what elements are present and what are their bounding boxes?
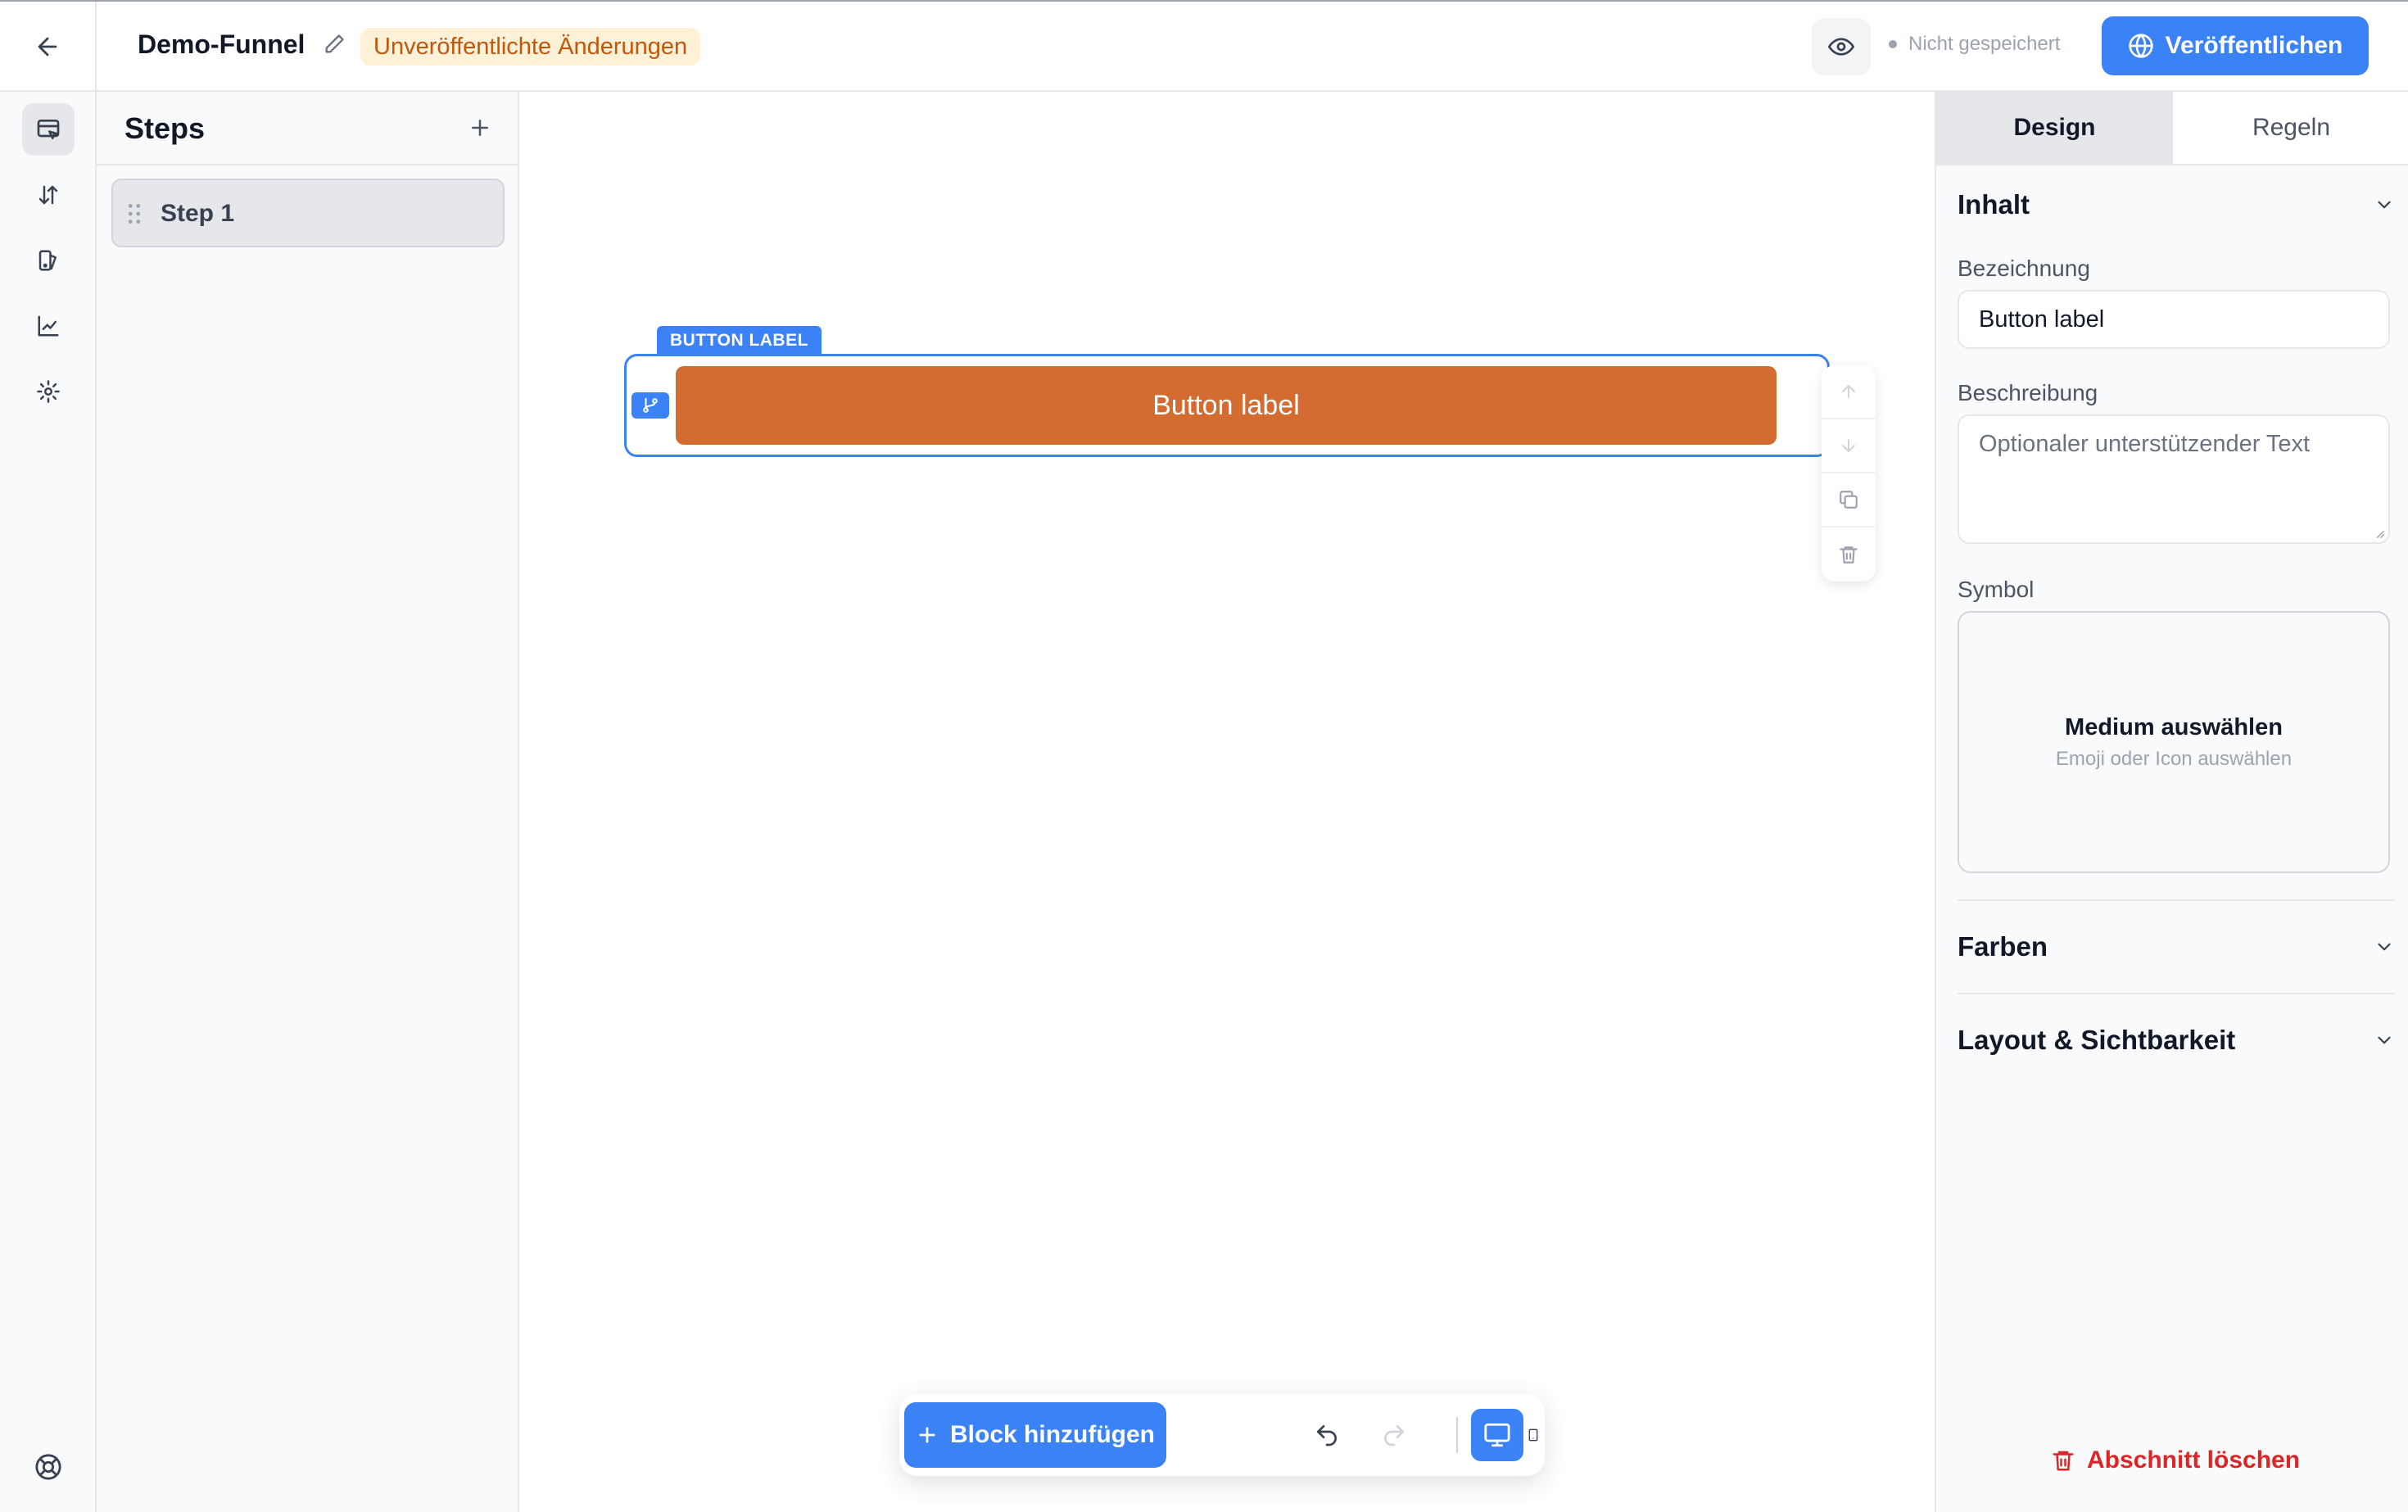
media-picker-title: Medium auswählen — [2065, 713, 2283, 740]
status-dot — [1889, 40, 1897, 48]
help-button[interactable] — [31, 1450, 66, 1484]
delete-section-button[interactable]: Abschnitt löschen — [2051, 1446, 2300, 1474]
analytics-icon — [38, 315, 59, 337]
save-status-text: Nicht gespeichert — [1908, 33, 2061, 55]
content-section-header[interactable]: Inhalt — [1958, 180, 2395, 229]
redo-icon — [1384, 1425, 1404, 1446]
steps-title: Steps — [124, 111, 206, 145]
tab-rules[interactable]: Regeln — [2173, 92, 2408, 164]
divider — [1958, 899, 2395, 901]
cta-button[interactable]: Button label — [676, 366, 1777, 445]
settings-icon — [37, 380, 60, 403]
move-down-button[interactable] — [1822, 419, 1876, 473]
pencil-icon[interactable] — [323, 33, 346, 56]
drag-handle-icon[interactable] — [128, 203, 141, 224]
unpublished-badge: Unveröffentlichte Änderungen — [360, 28, 701, 66]
delete-block-button[interactable] — [1822, 527, 1876, 582]
block-actions — [1822, 365, 1876, 582]
media-picker-subtitle: Emoji oder Icon auswählen — [2055, 747, 2293, 770]
save-status: Nicht gespeichert — [1889, 33, 2060, 56]
editor-nav-button[interactable] — [22, 103, 75, 156]
theme-icon — [38, 250, 57, 271]
add-block-button[interactable]: Block hinzufügen — [904, 1402, 1166, 1468]
properties-panel: Design Regeln Inhalt Bezeichnung Button … — [1935, 92, 2408, 1512]
eye-icon — [1828, 38, 1854, 56]
globe-icon — [2128, 34, 2153, 58]
branch-button[interactable] — [631, 392, 669, 419]
properties-tabs: Design Regeln — [1936, 92, 2408, 165]
plus-icon — [472, 120, 488, 136]
steps-panel: Steps Step 1 — [97, 92, 519, 1512]
funnel-title: Demo-Funnel — [138, 29, 306, 59]
description-placeholder: Optionaler unterstützender Text — [1979, 431, 2311, 457]
editor-icon — [37, 120, 60, 139]
chevron-down-icon — [2378, 201, 2391, 209]
move-up-button[interactable] — [1822, 365, 1876, 419]
media-picker[interactable]: Medium auswählen Emoji oder Icon auswähl… — [1958, 611, 2390, 873]
preview-button[interactable] — [1812, 18, 1871, 75]
add-block-label: Block hinzufügen — [950, 1421, 1155, 1448]
redo-button[interactable] — [1368, 1409, 1420, 1461]
monitor-icon — [1484, 1423, 1510, 1447]
colors-section-title: Farben — [1958, 931, 2048, 962]
step-item[interactable]: Step 1 — [111, 179, 505, 247]
selected-block[interactable]: Button label — [624, 354, 1830, 457]
analytics-nav-button[interactable] — [22, 300, 75, 352]
content-section-title: Inhalt — [1958, 189, 2030, 220]
duplicate-button[interactable] — [1822, 473, 1876, 527]
arrow-up-icon — [1842, 385, 1855, 398]
undo-icon — [1317, 1425, 1337, 1446]
publish-label: Veröffentlichen — [2165, 32, 2343, 59]
resize-grip-icon[interactable] — [2374, 527, 2385, 539]
label-input[interactable]: Button label — [1958, 290, 2390, 349]
theme-nav-button[interactable] — [22, 234, 75, 287]
description-field-label: Beschreibung — [1958, 380, 2098, 405]
add-step-button[interactable] — [464, 111, 496, 144]
description-textarea[interactable]: Optionaler unterstützender Text — [1958, 414, 2390, 544]
step-label: Step 1 — [161, 200, 235, 227]
delete-section-label: Abschnitt löschen — [2087, 1446, 2301, 1474]
settings-nav-button[interactable] — [22, 365, 75, 418]
trash-icon — [2053, 1451, 2074, 1471]
block-type-tag: BUTTON LABEL — [657, 326, 822, 355]
colors-section-header[interactable]: Farben — [1958, 922, 2395, 971]
label-field-label: Bezeichnung — [1958, 256, 2090, 281]
toolbar-divider — [1456, 1417, 1458, 1453]
editor-canvas[interactable]: BUTTON LABEL Button label Block hinzufüg… — [519, 92, 1935, 1512]
publish-button[interactable]: Veröffentlichen — [2102, 16, 2369, 75]
layout-section-header[interactable]: Layout & Sichtbarkeit — [1958, 1016, 2395, 1065]
bottom-toolbar: Block hinzufügen — [899, 1394, 1545, 1476]
icon-rail — [0, 92, 97, 1512]
tab-design[interactable]: Design — [1936, 92, 2173, 164]
smartphone-icon — [1528, 1428, 1538, 1442]
layout-section-title: Layout & Sichtbarkeit — [1958, 1025, 2236, 1055]
copy-icon — [1840, 491, 1858, 509]
arrow-left-icon — [38, 37, 57, 57]
desktop-view-button[interactable] — [1471, 1409, 1523, 1461]
sort-nav-button[interactable] — [22, 169, 75, 221]
chevron-down-icon — [2378, 943, 2391, 951]
arrow-down-icon — [1842, 439, 1855, 452]
trash-icon — [1840, 546, 1858, 564]
help-icon — [35, 1454, 61, 1480]
branch-icon — [643, 397, 658, 413]
mobile-view-button[interactable] — [1527, 1409, 1540, 1461]
sort-icon — [38, 185, 58, 205]
back-button[interactable] — [0, 2, 97, 92]
steps-header: Steps — [97, 92, 518, 165]
chevron-down-icon — [2378, 1036, 2391, 1044]
top-bar: Demo-Funnel Unveröffentlichte Änderungen… — [0, 0, 2408, 92]
symbol-field-label: Symbol — [1958, 577, 2035, 602]
undo-button[interactable] — [1301, 1409, 1353, 1461]
plus-icon — [919, 1427, 935, 1443]
divider — [1958, 993, 2395, 994]
